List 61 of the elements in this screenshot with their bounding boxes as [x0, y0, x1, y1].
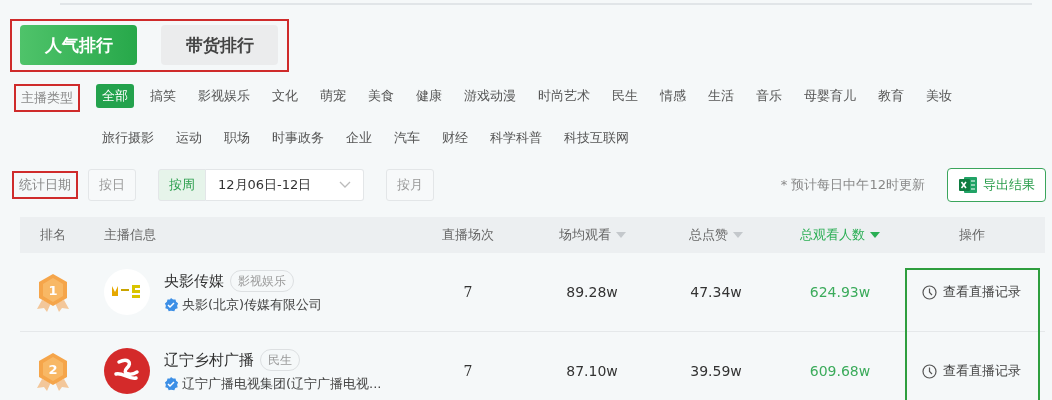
sort-icon[interactable] [615, 232, 626, 238]
caret-icon [339, 181, 352, 189]
category-option[interactable]: 游戏动漫 [458, 84, 522, 108]
category-option[interactable]: 影视娱乐 [192, 84, 256, 108]
company-name: 辽宁广播电视集团(辽宁广播电视... [182, 375, 382, 393]
category-option[interactable]: 旅行摄影 [96, 126, 160, 150]
category-option[interactable]: 民生 [606, 84, 644, 108]
logo-icon [104, 348, 150, 394]
category-option[interactable]: 教育 [872, 84, 910, 108]
column-header: 排名 [40, 226, 66, 244]
category-option[interactable]: 情感 [654, 84, 692, 108]
rank-medal: 1 [36, 272, 70, 312]
anchor-name[interactable]: 央影传媒 [164, 271, 224, 291]
category-option[interactable]: 企业 [340, 126, 378, 150]
table-cell: 609.68w [809, 363, 871, 379]
table-cell: 47.34w [690, 284, 742, 300]
category-option[interactable]: 汽车 [388, 126, 426, 150]
category-option[interactable]: 文化 [266, 84, 304, 108]
column-header: 操作 [958, 226, 985, 244]
category-option[interactable]: 搞笑 [144, 84, 182, 108]
update-note: * 预计每日中午12时更新 [780, 176, 925, 194]
category-option[interactable]: 时事政务 [266, 126, 330, 150]
table-cell: 7 [463, 363, 473, 379]
table-cell: 7 [463, 284, 473, 300]
category-option[interactable]: 科学科普 [484, 126, 548, 150]
table-cell: 87.10w [566, 363, 618, 379]
category-option[interactable]: 音乐 [750, 84, 788, 108]
spreadsheet-icon [958, 176, 978, 194]
category-option[interactable]: 财经 [436, 126, 474, 150]
date-select[interactable]: 12月06日-12日 [206, 169, 365, 201]
clock-icon [922, 363, 937, 379]
category-option[interactable]: 运动 [170, 126, 208, 150]
sort-icon[interactable] [870, 232, 880, 238]
column-header[interactable]: 总点赞 [689, 226, 728, 244]
column-header[interactable]: 场均观看 [558, 226, 611, 244]
column-header: 直播场次 [442, 226, 494, 244]
filter-label: 统计日期 [12, 171, 78, 199]
table-cell: 624.93w [809, 284, 871, 300]
sort-icon[interactable] [733, 232, 743, 238]
category-option[interactable]: 科技互联网 [558, 126, 635, 150]
category-option[interactable]: 母婴育儿 [798, 84, 862, 108]
table-cell: 89.28w [566, 284, 618, 300]
category-option[interactable]: 时尚艺术 [532, 84, 596, 108]
export-button[interactable]: 导出结果 [947, 168, 1046, 202]
category-option[interactable]: 职场 [218, 126, 256, 150]
logo-icon [104, 269, 150, 315]
table-cell: 39.59w [690, 363, 742, 379]
category-option[interactable]: 健康 [410, 84, 448, 108]
rank-medal: 2 [36, 351, 70, 391]
live-record-link[interactable]: 查看直播记录 [922, 362, 1021, 380]
filter-label: 主播类型 [14, 84, 80, 112]
clock-icon [922, 284, 937, 300]
company-name: 央影(北京)传媒有限公司 [182, 296, 323, 314]
column-header: 主播信息 [104, 226, 156, 244]
category-option[interactable]: 美妆 [920, 84, 958, 108]
ranking-tab[interactable]: 带货排行 [161, 25, 278, 65]
anchor-name[interactable]: 辽宁乡村广播 [164, 350, 254, 370]
category-option[interactable]: 生活 [702, 84, 740, 108]
category-option[interactable]: 美食 [362, 84, 400, 108]
live-record-link[interactable]: 查看直播记录 [922, 283, 1021, 301]
category-option[interactable]: 萌宠 [314, 84, 352, 108]
